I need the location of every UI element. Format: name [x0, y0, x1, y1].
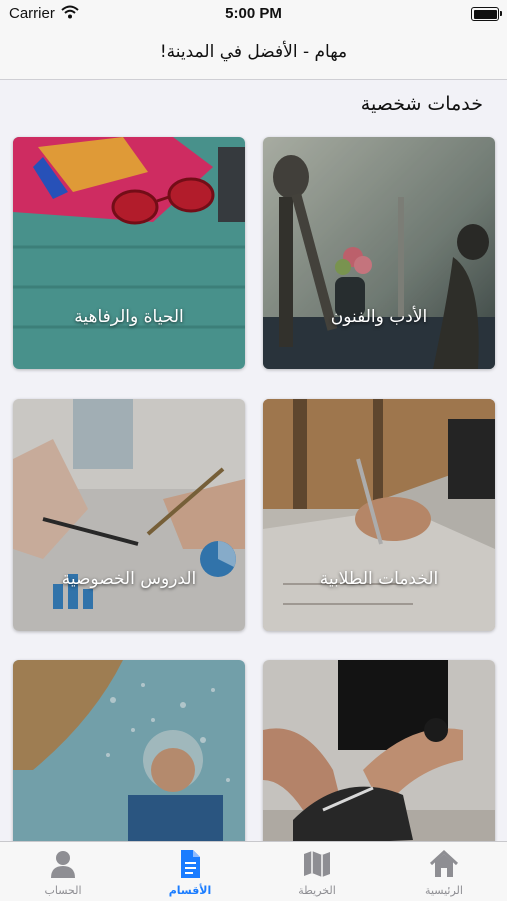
category-card-private-lessons[interactable]: الدروس الخصوصية: [13, 399, 245, 631]
category-label: الأدب والفنون: [330, 307, 428, 327]
section-title: خدمات شخصية: [360, 93, 483, 115]
charts-pens-photo: [13, 399, 245, 631]
tab-label: الأقسام: [168, 884, 212, 897]
sculptures-photo: [263, 137, 495, 369]
tab-account[interactable]: الحساب: [0, 842, 126, 901]
tab-bar: الرئيسية الخريطة الأقسام الحساب: [0, 841, 507, 901]
person-icon: [51, 851, 75, 878]
home-icon: [429, 849, 459, 877]
clock: 5:00 PM: [225, 5, 282, 22]
tab-map[interactable]: الخريطة: [254, 842, 380, 901]
tab-label: الحساب: [44, 884, 82, 897]
sunglasses-towel-photo: [13, 137, 245, 369]
status-bar: Carrier 5:00 PM: [0, 0, 507, 28]
tab-label: الرئيسية: [425, 884, 463, 897]
page-title: مهام - الأفضل في المدينة!: [159, 42, 348, 62]
category-card-student-services[interactable]: الخدمات الطلابية: [263, 399, 495, 631]
category-card-lifestyle[interactable]: الحياة والرفاهية: [13, 137, 245, 369]
navigation-bar: مهام - الأفضل في المدينة!: [0, 28, 507, 80]
map-icon: [304, 851, 330, 877]
document-icon: [181, 850, 200, 878]
writing-notebook-photo: [263, 399, 495, 631]
category-card-arts[interactable]: الأدب والفنون: [263, 137, 495, 369]
battery-icon: [471, 7, 502, 21]
tab-home[interactable]: الرئيسية: [381, 842, 507, 901]
tab-categories[interactable]: الأقسام: [127, 842, 253, 901]
tab-label: الخريطة: [298, 884, 336, 897]
category-label: الخدمات الطلابية: [319, 569, 439, 589]
category-label: الدروس الخصوصية: [61, 569, 197, 589]
category-label: الحياة والرفاهية: [74, 307, 184, 327]
